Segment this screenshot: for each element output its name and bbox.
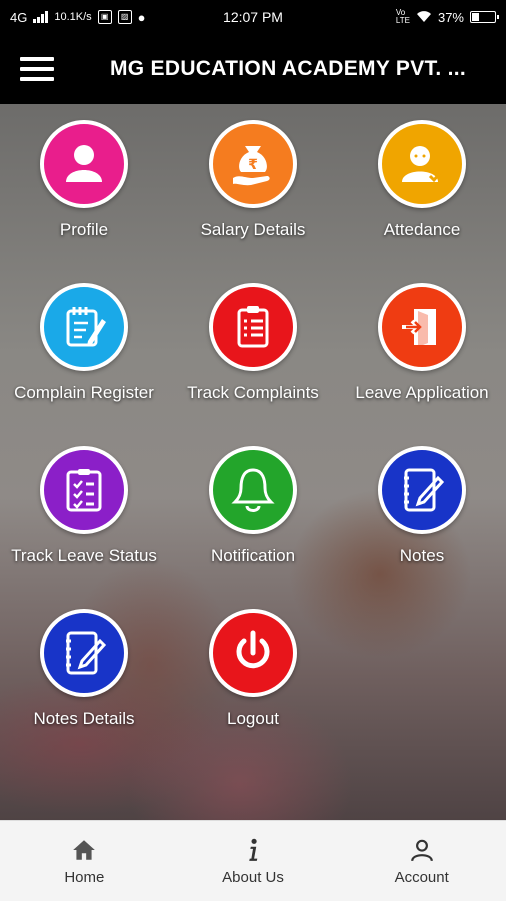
tile-salary-details[interactable]: ₹ Salary Details <box>169 120 337 240</box>
bottom-navigation: Home About Us Account <box>0 820 506 901</box>
tile-notes-details[interactable]: Notes Details <box>0 609 168 729</box>
power-icon <box>236 630 270 669</box>
app-bar: MG EDUCATION ACADEMY PVT. ... <box>0 34 506 104</box>
tile-icon-circle <box>378 120 466 208</box>
home-icon <box>73 839 96 860</box>
tile-logout[interactable]: Logout <box>169 609 337 729</box>
menu-icon[interactable] <box>20 51 54 87</box>
nav-account-label: Account <box>394 868 449 886</box>
tile-icon-circle <box>40 609 128 697</box>
tile-label: Attedance <box>383 220 461 239</box>
account-icon <box>410 839 433 861</box>
tile-attedance[interactable]: Attedance <box>338 120 506 240</box>
tile-label: Track Leave Status <box>11 546 157 565</box>
notes-edit-icon <box>66 631 107 675</box>
tile-icon-circle <box>40 446 128 534</box>
person-icon <box>66 145 102 182</box>
tile-notification[interactable]: Notification <box>169 446 337 566</box>
tile-icon-circle <box>209 283 297 371</box>
status-bar: 4G 10.1K/s ▣ ▨ ● 12:07 PM Vo LTE 37% <box>0 0 506 34</box>
clipboard-list-icon <box>237 306 269 348</box>
nav-about-us[interactable]: About Us <box>169 821 338 901</box>
tile-label: Logout <box>227 709 279 728</box>
rupee-bag-icon: ₹ <box>233 146 270 186</box>
notepad-pen-icon <box>66 307 106 347</box>
notes-edit-icon <box>404 468 445 512</box>
bell-icon <box>231 468 275 512</box>
tile-track-complaints[interactable]: Track Complaints <box>169 283 337 403</box>
tile-label: Track Complaints <box>187 383 319 402</box>
tile-label: Notes Details <box>33 709 135 728</box>
clock: 12:07 PM <box>223 9 283 25</box>
tile-leave-application[interactable]: Leave Application <box>338 283 506 403</box>
nav-home-label: Home <box>64 868 105 886</box>
tile-icon-circle <box>209 609 297 697</box>
tile-icon-circle <box>40 120 128 208</box>
tile-icon-circle <box>40 283 128 371</box>
dashboard-grid: Profile ₹ Salary Details Attedance Complain … <box>0 104 506 820</box>
tile-icon-circle <box>209 446 297 534</box>
tile-label: Salary Details <box>200 220 306 239</box>
tile-label: Notification <box>210 546 296 565</box>
tile-label: Leave Application <box>355 383 489 402</box>
tile-icon-circle <box>378 283 466 371</box>
tile-profile[interactable]: Profile <box>0 120 168 240</box>
exit-door-icon <box>402 309 436 347</box>
tile-label: Notes <box>399 546 445 565</box>
tile-complain-register[interactable]: Complain Register <box>0 283 168 403</box>
checklist-icon <box>66 469 102 512</box>
app-title: MG EDUCATION ACADEMY PVT. ... <box>110 57 466 80</box>
tile-icon-circle <box>378 446 466 534</box>
nav-home[interactable]: Home <box>0 821 169 901</box>
svg-text:₹: ₹ <box>248 157 258 173</box>
attendance-user-icon <box>402 146 444 183</box>
battery-icon <box>470 11 499 23</box>
tile-icon-circle: ₹ <box>209 120 297 208</box>
info-icon <box>249 838 258 861</box>
tile-label: Complain Register <box>14 383 154 402</box>
nav-about-label: About Us <box>222 868 284 886</box>
tile-notes[interactable]: Notes <box>338 446 506 566</box>
nav-account[interactable]: Account <box>337 821 506 901</box>
tile-label: Profile <box>59 220 109 239</box>
tile-track-leave-status[interactable]: Track Leave Status <box>0 446 168 566</box>
